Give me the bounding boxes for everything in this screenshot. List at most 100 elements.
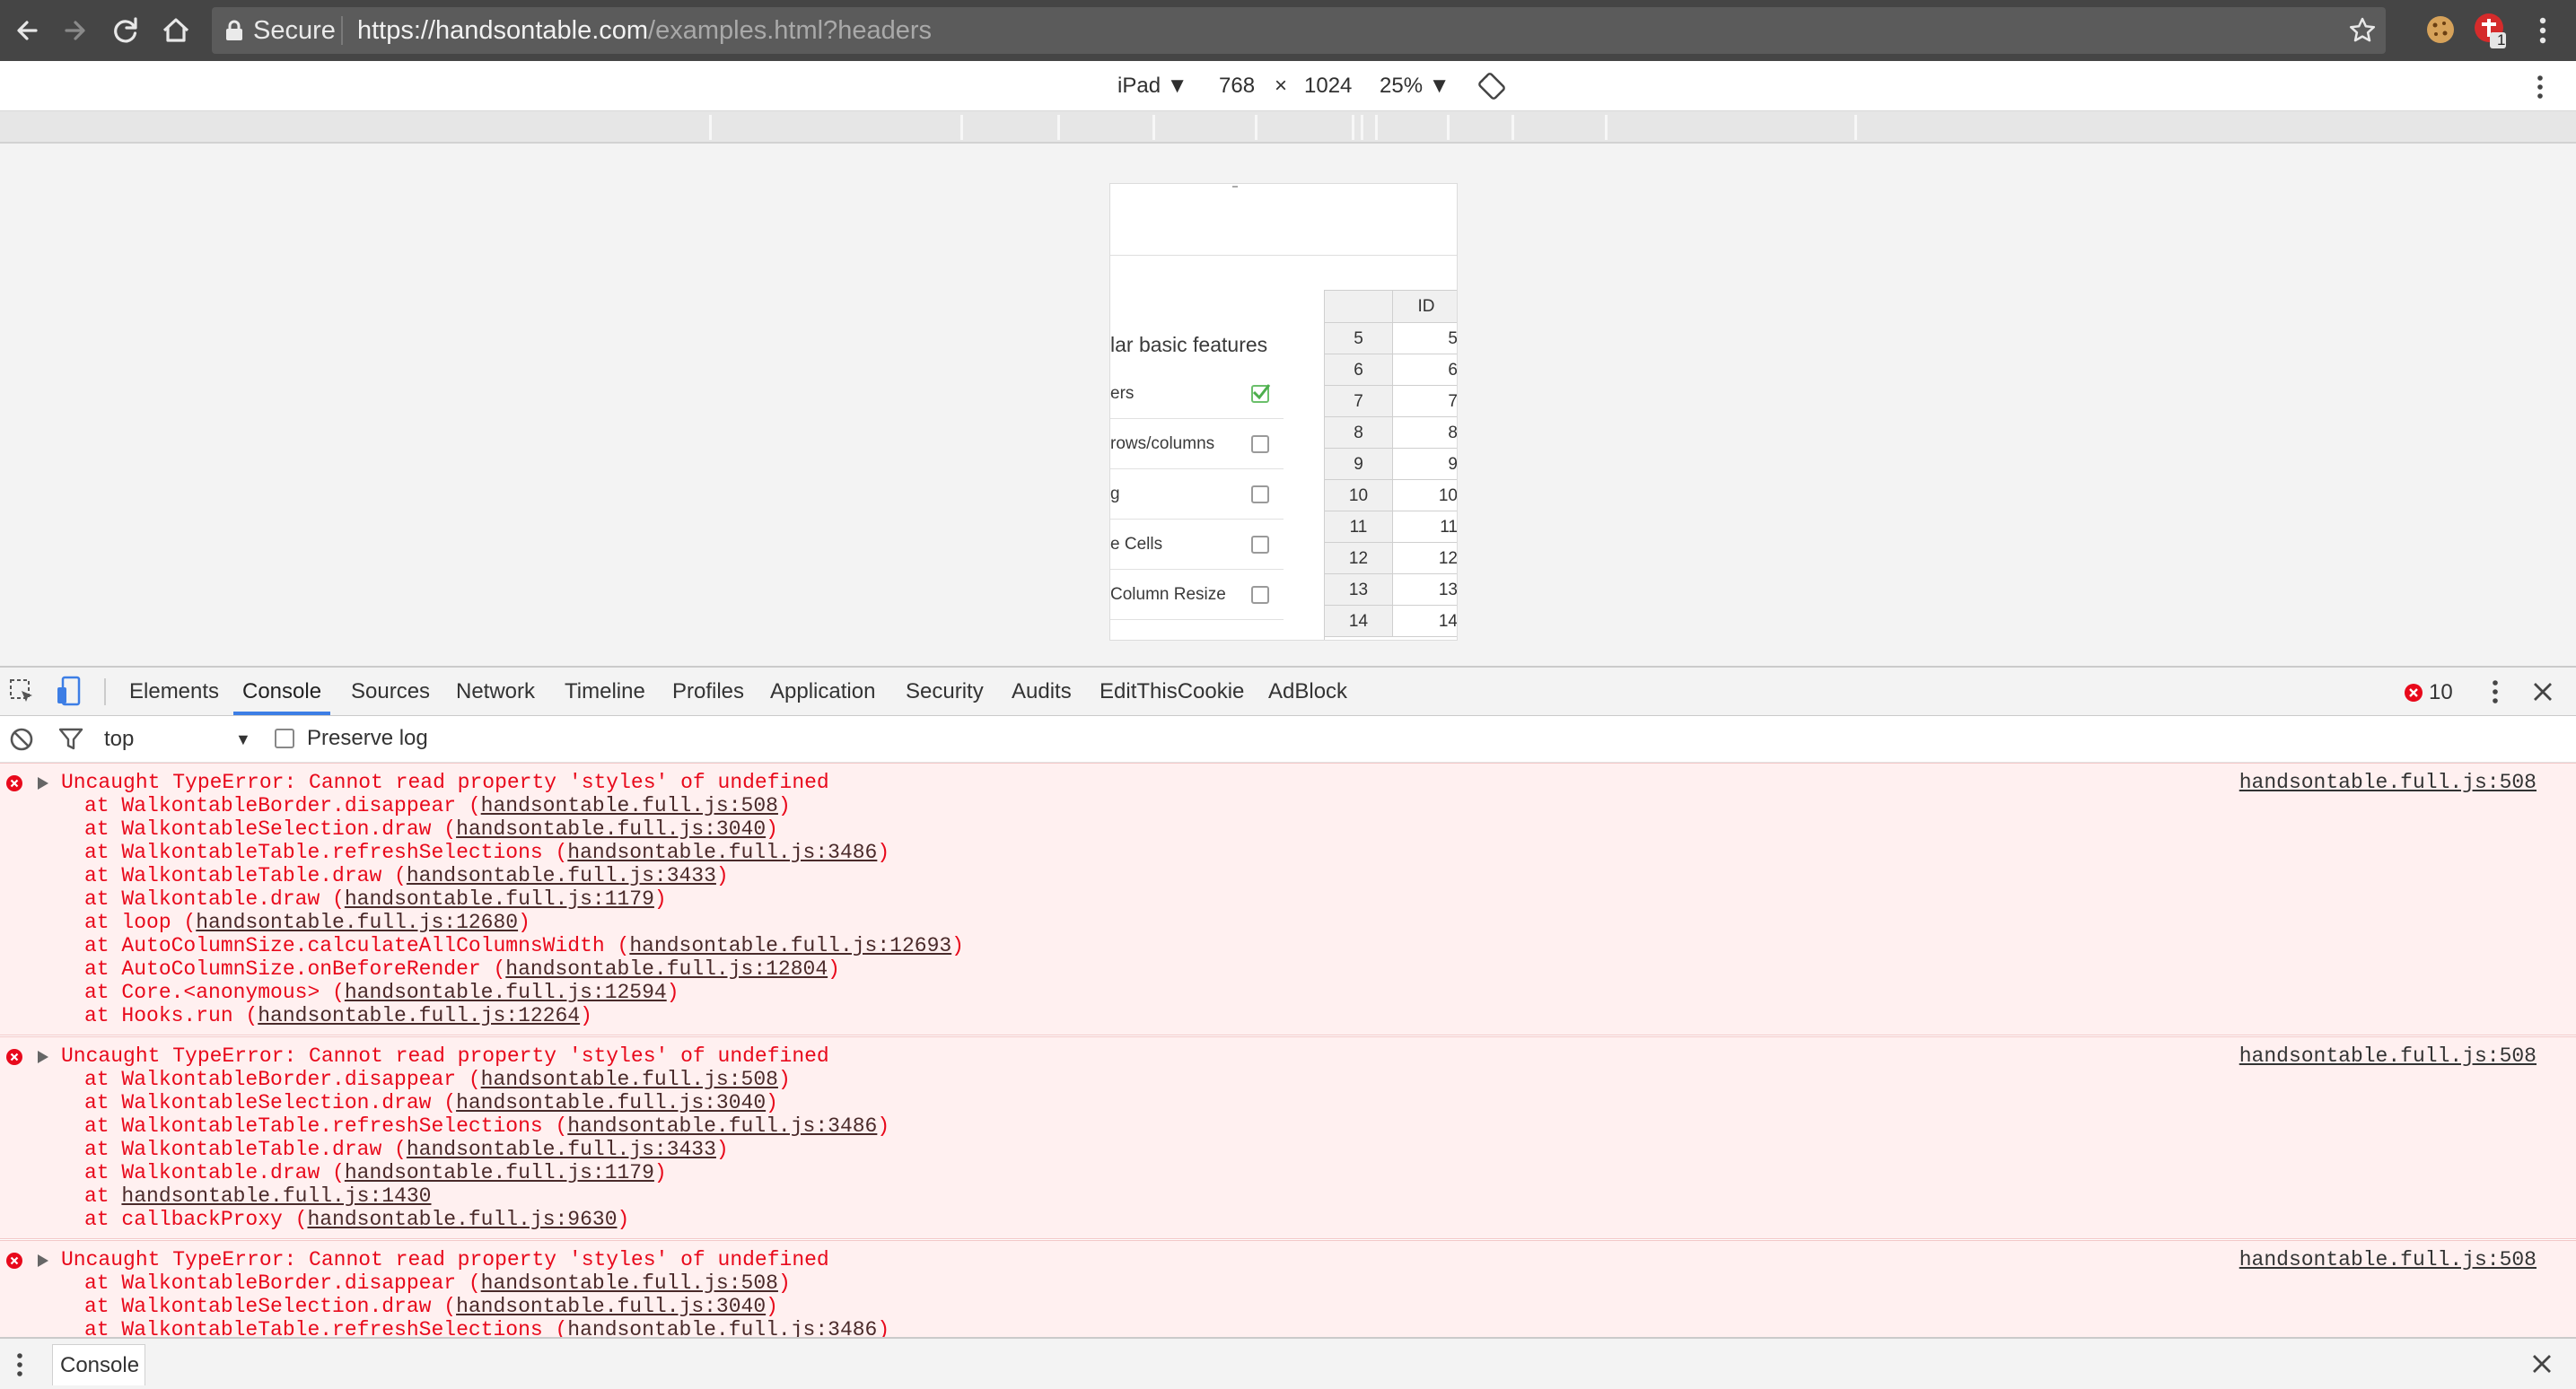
feature-row[interactable]: rows/columns	[1110, 419, 1284, 469]
zoom-select[interactable]: 25% ▼	[1380, 61, 1450, 111]
feature-row[interactable]: ers	[1110, 369, 1284, 419]
console-error-message[interactable]: Uncaught TypeError: Cannot read property…	[0, 1240, 2576, 1337]
table-cell[interactable]: 11	[1393, 511, 1457, 543]
row-header[interactable]: 9	[1325, 449, 1393, 480]
tab-adblock[interactable]: AdBlock	[1268, 668, 1347, 715]
stack-location-link[interactable]: handsontable.full.js:3486	[567, 841, 877, 864]
filter-icon[interactable]	[57, 727, 84, 752]
stack-location-link[interactable]: handsontable.full.js:508	[481, 1271, 778, 1295]
reload-icon[interactable]	[106, 11, 145, 50]
stack-location-link[interactable]: handsontable.full.js:9630	[307, 1208, 617, 1231]
devtools-menu-icon[interactable]	[2486, 677, 2504, 707]
row-header[interactable]: 11	[1325, 511, 1393, 543]
stack-location-link[interactable]: handsontable.full.js:1179	[345, 1161, 654, 1184]
expand-arrow-icon[interactable]	[36, 1049, 50, 1065]
stack-location-link[interactable]: handsontable.full.js:3040	[456, 1091, 766, 1114]
media-query-bar[interactable]	[0, 111, 2576, 144]
feature-checkbox[interactable]	[1251, 435, 1269, 453]
row-header[interactable]: 8	[1325, 417, 1393, 449]
tab-network[interactable]: Network	[456, 668, 535, 715]
row-header[interactable]: 12	[1325, 543, 1393, 574]
table-cell[interactable]: 14	[1393, 606, 1457, 637]
expand-arrow-icon[interactable]	[36, 1253, 50, 1269]
table-cell[interactable]: 9	[1393, 449, 1457, 480]
context-select[interactable]: top ▼	[93, 723, 255, 756]
stack-location-link[interactable]: handsontable.full.js:12693	[629, 934, 951, 957]
clear-icon[interactable]	[9, 727, 34, 752]
viewport-height[interactable]: 1024	[1304, 61, 1352, 111]
tab-elements[interactable]: Elements	[129, 668, 219, 715]
feature-row[interactable]: Column Resize	[1110, 570, 1284, 620]
feature-checkbox[interactable]	[1251, 536, 1269, 554]
tab-security[interactable]: Security	[906, 668, 984, 715]
stack-location-link[interactable]: handsontable.full.js:1430	[121, 1184, 431, 1208]
rotate-icon[interactable]	[1477, 72, 1506, 100]
stack-location-link[interactable]: handsontable.full.js:508	[481, 1068, 778, 1091]
feature-row[interactable]: e Cells	[1110, 520, 1284, 570]
stack-location-link[interactable]: handsontable.full.js:12264	[258, 1004, 580, 1027]
tab-audits[interactable]: Audits	[1012, 668, 1072, 715]
stack-location-link[interactable]: handsontable.full.js:3486	[567, 1318, 877, 1337]
table-cell[interactable]: 10	[1393, 480, 1457, 511]
drawer-tab-console[interactable]: Console	[52, 1344, 145, 1385]
device-menu-icon[interactable]	[2531, 72, 2549, 102]
stack-location-link[interactable]: handsontable.full.js:3433	[407, 1138, 716, 1161]
table-cell[interactable]: 6	[1393, 354, 1457, 386]
console-error-message[interactable]: Uncaught TypeError: Cannot read property…	[0, 763, 2576, 1035]
star-icon[interactable]	[2348, 16, 2377, 45]
row-header[interactable]: 7	[1325, 386, 1393, 417]
drawer-close-icon[interactable]	[2529, 1351, 2554, 1376]
table-cell[interactable]: 12	[1393, 543, 1457, 574]
home-icon[interactable]	[156, 11, 196, 50]
stack-location-link[interactable]: handsontable.full.js:12804	[505, 957, 828, 981]
row-header[interactable]: 6	[1325, 354, 1393, 386]
feature-row[interactable]: g	[1110, 469, 1284, 520]
stack-location-link[interactable]: handsontable.full.js:3040	[456, 817, 766, 841]
tab-application[interactable]: Application	[770, 668, 875, 715]
stack-location-link[interactable]: handsontable.full.js:12680	[196, 911, 518, 934]
device-select[interactable]: iPad ▼	[1117, 61, 1187, 111]
row-header[interactable]: 14	[1325, 606, 1393, 637]
tab-console[interactable]: Console	[233, 668, 331, 715]
tab-timeline[interactable]: Timeline	[565, 668, 645, 715]
row-header[interactable]: 10	[1325, 480, 1393, 511]
close-icon[interactable]	[2529, 678, 2556, 705]
tab-editthiscookie[interactable]: EditThisCookie	[1100, 668, 1244, 715]
feature-checkbox[interactable]	[1251, 485, 1269, 503]
data-grid[interactable]: ID 5 5 6 6 7 7 8 8 9 9 10 10 11 11 12 12 13 13 14 14	[1324, 290, 1457, 640]
preserve-log-checkbox[interactable]	[275, 729, 294, 748]
stack-location-link[interactable]: handsontable.full.js:3040	[456, 1295, 766, 1318]
console-error-message[interactable]: Uncaught TypeError: Cannot read property…	[0, 1036, 2576, 1239]
table-cell[interactable]: 13	[1393, 574, 1457, 606]
stack-location-link[interactable]: handsontable.full.js:3433	[407, 864, 716, 887]
cookie-icon[interactable]	[2423, 13, 2458, 47]
column-header-id[interactable]: ID	[1393, 291, 1457, 323]
console-output[interactable]: Uncaught TypeError: Cannot read property…	[0, 763, 2576, 1337]
row-header[interactable]: 13	[1325, 574, 1393, 606]
viewport-width[interactable]: 768	[1219, 61, 1255, 111]
menu-icon[interactable]	[2529, 13, 2556, 48]
feature-checkbox-checked[interactable]	[1251, 384, 1271, 403]
error-source-link[interactable]: handsontable.full.js:508	[2239, 1044, 2537, 1068]
stack-location-link[interactable]: handsontable.full.js:508	[481, 794, 778, 817]
extension-icon[interactable]: 1	[2472, 11, 2510, 50]
stack-location-link[interactable]: handsontable.full.js:1179	[345, 887, 654, 911]
expand-arrow-icon[interactable]	[36, 775, 50, 791]
feature-checkbox[interactable]	[1251, 586, 1269, 604]
device-screen[interactable]: lar basic features ers rows/columns g e Cel…	[1109, 183, 1458, 641]
table-cell[interactable]: 8	[1393, 417, 1457, 449]
row-header[interactable]: 5	[1325, 323, 1393, 354]
stack-location-link[interactable]: handsontable.full.js:12594	[345, 981, 667, 1004]
address-bar[interactable]: Secure https://handsontable.com/examples…	[212, 7, 2386, 54]
table-cell[interactable]: 7	[1393, 386, 1457, 417]
stack-location-link[interactable]: handsontable.full.js:3486	[567, 1114, 877, 1138]
error-source-link[interactable]: handsontable.full.js:508	[2239, 771, 2537, 794]
tab-sources[interactable]: Sources	[351, 668, 430, 715]
drawer-menu-icon[interactable]	[11, 1350, 29, 1380]
url-text[interactable]: https://handsontable.com/examples.html?h…	[357, 7, 932, 54]
table-cell[interactable]: 5	[1393, 323, 1457, 354]
forward-icon[interactable]	[56, 11, 95, 50]
error-source-link[interactable]: handsontable.full.js:508	[2239, 1248, 2537, 1271]
tab-profiles[interactable]: Profiles	[672, 668, 744, 715]
back-icon[interactable]	[7, 11, 47, 50]
